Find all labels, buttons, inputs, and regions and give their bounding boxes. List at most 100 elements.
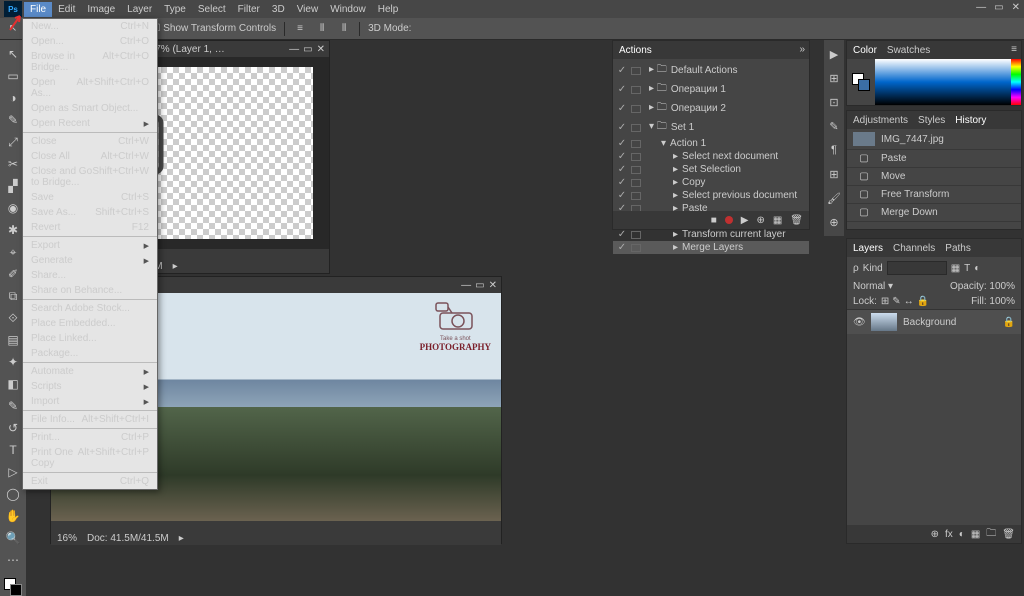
tool-button-1[interactable]: ▭ <box>2 66 24 86</box>
menu-3d[interactable]: 3D <box>266 2 291 17</box>
menu-item-share-on-behance[interactable]: Share on Behance... <box>23 283 157 298</box>
menu-item-open-as[interactable]: Open As...Alt+Shift+Ctrl+O <box>23 75 157 101</box>
lock-option-icon[interactable]: ⊞ <box>881 296 889 307</box>
tool-button-18[interactable]: T <box>2 440 24 460</box>
tool-button-7[interactable]: ◉ <box>2 198 24 218</box>
action-row[interactable]: ✓▸ 🗀 Операции 1 <box>613 80 809 99</box>
history-state[interactable]: ▢Move <box>847 168 1021 186</box>
blend-mode-dropdown[interactable]: Normal ▾ <box>853 281 893 292</box>
fg-bg-swatch[interactable] <box>4 578 22 596</box>
menu-item-new[interactable]: New...Ctrl+N <box>23 19 157 34</box>
tool-button-16[interactable]: ✎ <box>2 396 24 416</box>
menu-item-open-recent[interactable]: Open Recent <box>23 116 157 131</box>
menu-item-search-adobe-stock[interactable]: Search Adobe Stock... <box>23 301 157 316</box>
menu-item-revert[interactable]: RevertF12 <box>23 220 157 235</box>
tool-button-13[interactable]: ▤ <box>2 330 24 350</box>
menu-filter[interactable]: Filter <box>232 2 266 17</box>
action-row[interactable]: ✓▸ Set Selection <box>613 163 809 176</box>
doc-close-icon[interactable]: ✕ <box>317 44 325 55</box>
menu-item-file-info[interactable]: File Info...Alt+Shift+Ctrl+I <box>23 412 157 427</box>
filter-icon[interactable]: ▦ <box>951 263 960 274</box>
action-row[interactable]: ✓▸ Select previous document <box>613 189 809 202</box>
tool-button-10[interactable]: ✐ <box>2 264 24 284</box>
menu-select[interactable]: Select <box>192 2 232 17</box>
actions-footer-icon[interactable] <box>725 216 733 224</box>
collapsed-panel-icon[interactable]: ⊞ <box>826 166 842 182</box>
layers-footer-icon[interactable]: ◐ <box>959 529 965 540</box>
menu-layer[interactable]: Layer <box>121 2 158 17</box>
tool-button-5[interactable]: ✂ <box>2 154 24 174</box>
menu-item-browse-in-bridge[interactable]: Browse in Bridge...Alt+Ctrl+O <box>23 49 157 75</box>
history-state[interactable]: ▢Paste <box>847 150 1021 168</box>
filter-icon[interactable]: T <box>964 263 970 274</box>
menu-edit[interactable]: Edit <box>52 2 81 17</box>
collapsed-panel-icon[interactable]: ✎ <box>826 118 842 134</box>
lock-option-icon[interactable]: ✎ <box>892 296 900 307</box>
menu-item-package[interactable]: Package... <box>23 346 157 361</box>
menu-item-save-as[interactable]: Save As...Shift+Ctrl+S <box>23 205 157 220</box>
menu-item-save[interactable]: SaveCtrl+S <box>23 190 157 205</box>
tool-button-20[interactable]: ◯ <box>2 484 24 504</box>
doc-max-icon[interactable]: ▭ <box>475 280 484 291</box>
layers-footer-icon[interactable]: ⊕ <box>931 529 939 540</box>
lock-option-icon[interactable]: 🔒 <box>917 296 929 307</box>
scrollbar-horizontal[interactable] <box>51 521 501 531</box>
tool-button-4[interactable]: ⤢ <box>2 132 24 152</box>
doc-min-icon[interactable]: — <box>461 280 471 291</box>
menu-item-export[interactable]: Export <box>23 238 157 253</box>
tab-history[interactable]: History <box>955 115 986 126</box>
menu-item-open-as-smart-object[interactable]: Open as Smart Object... <box>23 101 157 116</box>
layers-footer-icon[interactable]: ▦ <box>971 529 980 540</box>
doc-close-icon[interactable]: ✕ <box>489 280 497 291</box>
menu-type[interactable]: Type <box>158 2 192 17</box>
tab-styles[interactable]: Styles <box>918 115 945 126</box>
tool-button-2[interactable]: ◑ <box>2 88 24 108</box>
tool-button-22[interactable]: 🔍 <box>2 528 24 548</box>
actions-footer-icon[interactable]: 🗑 <box>790 215 803 226</box>
tool-button-17[interactable]: ↺ <box>2 418 24 438</box>
doc-max-icon[interactable]: ▭ <box>303 44 312 55</box>
menu-item-place-linked[interactable]: Place Linked... <box>23 331 157 346</box>
menu-file[interactable]: File <box>24 2 52 17</box>
panel-menu-icon[interactable]: ≡ <box>1011 44 1017 55</box>
layer-row[interactable]: 👁 Background 🔒 <box>847 310 1021 334</box>
close-icon[interactable]: ✕ <box>1012 2 1020 13</box>
action-row[interactable]: ✓▸ Copy <box>613 176 809 189</box>
tool-button-11[interactable]: ⧉ <box>2 286 24 306</box>
menu-window[interactable]: Window <box>324 2 372 17</box>
transform-controls-checkbox[interactable]: ☐ Show Transform Controls <box>152 23 277 34</box>
collapsed-panel-icon[interactable]: ⊕ <box>826 214 842 230</box>
action-row[interactable]: ✓▸ 🗀 Операции 2 <box>613 99 809 118</box>
zoom-level[interactable]: 16% <box>57 533 77 544</box>
fill-value[interactable]: 100% <box>989 296 1015 307</box>
actions-footer-icon[interactable]: ■ <box>711 215 717 226</box>
menu-help[interactable]: Help <box>372 2 405 17</box>
panel-menu-icon[interactable]: » <box>799 44 805 55</box>
menu-item-place-embedded[interactable]: Place Embedded... <box>23 316 157 331</box>
color-field[interactable] <box>875 59 1011 105</box>
action-row[interactable]: ✓▸ Select next document <box>613 150 809 163</box>
menu-item-share[interactable]: Share... <box>23 268 157 283</box>
action-row[interactable]: ✓▾ 🗀 Set 1 <box>613 118 809 137</box>
history-snapshot[interactable]: IMG_7447.jpg <box>847 129 1021 150</box>
menu-item-automate[interactable]: Automate <box>23 364 157 379</box>
layers-footer-icon[interactable]: 🗑 <box>1002 529 1015 540</box>
tab-actions[interactable]: Actions <box>619 45 652 56</box>
align-icon[interactable]: ≡ <box>293 22 307 36</box>
menu-item-close-and-go-to-bridge[interactable]: Close and Go to Bridge...Shift+Ctrl+W <box>23 164 157 190</box>
action-row[interactable]: ✓▾ Action 1 <box>613 137 809 150</box>
tab-adjustments[interactable]: Adjustments <box>853 115 908 126</box>
align-icon[interactable]: ⫴ <box>315 22 329 36</box>
collapsed-panel-icon[interactable]: ▶ <box>826 46 842 62</box>
visibility-icon[interactable]: 👁 <box>853 317 865 328</box>
tool-button-12[interactable]: ⟐ <box>2 308 24 328</box>
tool-button-0[interactable]: ↖ <box>2 44 24 64</box>
menu-view[interactable]: View <box>291 2 325 17</box>
tool-button-15[interactable]: ◧ <box>2 374 24 394</box>
menu-item-close-all[interactable]: Close AllAlt+Ctrl+W <box>23 149 157 164</box>
tool-button-9[interactable]: ⌖ <box>2 242 24 262</box>
align-icon[interactable]: ⫴ <box>337 22 351 36</box>
history-state[interactable]: ▢Free Transform <box>847 186 1021 204</box>
collapsed-panel-icon[interactable]: ¶ <box>826 142 842 158</box>
menu-item-generate[interactable]: Generate <box>23 253 157 268</box>
